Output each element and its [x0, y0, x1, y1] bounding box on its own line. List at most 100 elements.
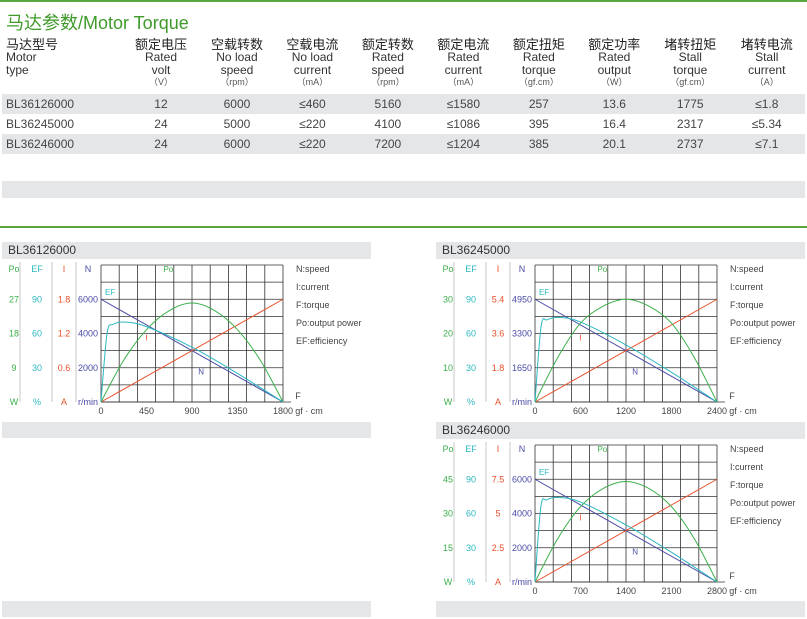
spec-header-unit: （A）: [754, 77, 779, 87]
table-cell: ≤460: [274, 94, 351, 114]
series-ef-label: EF: [539, 468, 549, 477]
x-tick-label: 450: [139, 406, 154, 416]
spec-header-unit: （gf.cm）: [670, 77, 711, 87]
x-axis-letter: F: [295, 391, 301, 401]
n-tick-label: 6000: [512, 474, 532, 484]
x-tick-label: 1200: [616, 406, 636, 416]
po-tick-label: 18: [9, 329, 19, 339]
spec-header-unit: （rpm）: [371, 77, 405, 87]
series-i-label: I: [579, 333, 581, 342]
legend-item: N:speed: [730, 264, 764, 274]
series-n-label: N: [632, 368, 638, 377]
chart-title: BL36126000: [2, 242, 371, 259]
table-cell: 385: [501, 134, 577, 154]
table-cell: 2737: [652, 134, 729, 154]
table-cell: 4100: [374, 117, 402, 131]
spec-header-7: 额定功率 Rated output （W）: [577, 38, 652, 94]
ef-tick-label: 30: [466, 543, 476, 553]
i-tick-label: 7.5: [492, 474, 505, 484]
n-tick-label: 3300: [512, 329, 532, 339]
table-cell: 2317: [676, 117, 704, 131]
chart-svg: Po EF I N 45 90 7.5 6000 30 60 5 4000 15 30 2.5 2000 W% A…: [442, 442, 796, 596]
x-axis-letter: F: [729, 391, 735, 401]
series-i-label: I: [579, 513, 581, 522]
ef-tick-label: 60: [466, 509, 476, 519]
x-tick-label: 0: [98, 406, 103, 416]
i-tick-label: 1.2: [58, 329, 71, 339]
ef-unit: %: [467, 397, 475, 407]
table-cell: 6000: [199, 94, 275, 114]
spec-header-9: 堵转电流 Stall current （A）: [729, 38, 806, 94]
ef-axis-head: EF: [465, 264, 477, 274]
legend-item: Po:output power: [730, 498, 796, 508]
x-axis-label: gf · cm: [729, 586, 757, 596]
i-tick-label: 3.6: [492, 329, 505, 339]
chart-footer-bar: [2, 422, 371, 438]
ef-tick-label: 90: [32, 294, 42, 304]
table-cell: ≤1086: [446, 117, 480, 131]
table-cell: BL36245000: [6, 117, 75, 131]
spec-header-en2: torque: [521, 63, 556, 77]
series-po-label: Po: [597, 265, 607, 274]
table-cell: ≤220: [274, 134, 351, 154]
table-cell: 395: [528, 117, 549, 131]
n-axis-head: N: [519, 444, 526, 454]
legend-item: F:torque: [296, 300, 330, 310]
ef-axis-head: EF: [465, 444, 477, 454]
spec-header-en2: speed: [371, 63, 405, 77]
po-axis-head: Po: [442, 444, 453, 454]
table-row: BL36126000 12 6000 ≤460 5160 ≤1580 257 13.6 1775…: [2, 94, 805, 114]
x-tick-label: 0: [532, 406, 537, 416]
legend-item: Po:output power: [296, 318, 362, 328]
table-cell: ≤1204: [425, 134, 502, 154]
spec-header-en2: output: [597, 63, 631, 77]
footer-bar-left: [2, 601, 371, 617]
top-rule: [0, 0, 807, 2]
po-tick-label: 27: [9, 294, 19, 304]
spec-header-unit: （gf.cm）: [518, 77, 559, 87]
i-tick-label: 1.8: [58, 294, 71, 304]
spec-header-8: 堵转扭矩 Stall torque （gf.cm）: [652, 38, 728, 94]
section-rule: [0, 226, 807, 228]
legend-item: N:speed: [730, 444, 764, 454]
spec-header-unit: （mA）: [296, 77, 329, 87]
spec-header-unit: （V）: [148, 77, 173, 87]
n-tick-label: 4000: [512, 509, 532, 519]
chart-svg: Po EF I N 27 90 1.8 6000 18 60 1.2 4000 9 30 0.6 2000 W%…: [8, 262, 362, 416]
table-cell: BL36246000: [2, 134, 123, 154]
table-cell: ≤5.34: [751, 117, 782, 131]
spec-header-3: 空载电流 No load current （mA）: [275, 38, 350, 94]
po-unit: W: [444, 397, 453, 407]
legend-item: EF:efficiency: [730, 516, 782, 526]
spec-header-en2: speed: [220, 63, 254, 77]
series-n-label: N: [632, 548, 638, 557]
table-cell: 13.6: [576, 94, 653, 114]
page-title: 马达参数/Motor Torque: [6, 13, 189, 33]
chart-bl36245000: BL36245000 Po EF I N 30 90 5.4 4950 20 60 3.6 3300 1…: [436, 242, 806, 438]
ef-tick-label: 30: [466, 363, 476, 373]
legend-item: F:torque: [730, 480, 764, 490]
spec-header-row: 马达型号 Motor type 额定电压 Rated volt （V） 空载转数 No load…: [2, 38, 805, 94]
n-unit: r/min: [78, 397, 98, 407]
chart-svg: Po EF I N 30 90 5.4 4950 20 60 3.6 3300 10 30 1.8 1650 W…: [442, 262, 796, 416]
n-axis-head: N: [85, 264, 92, 274]
table-cell: 24: [154, 117, 168, 131]
series-po-label: Po: [597, 445, 607, 454]
series-ef-label: EF: [105, 288, 115, 297]
i-tick-label: 5: [495, 509, 500, 519]
table-cell: 5160: [350, 94, 426, 114]
i-axis-head: I: [497, 264, 500, 274]
ef-tick-label: 30: [32, 363, 42, 373]
ef-axis-head: EF: [31, 264, 43, 274]
x-tick-label: 1350: [227, 406, 247, 416]
x-tick-label: 600: [573, 406, 588, 416]
table-cell: ≤7.1: [728, 134, 805, 154]
spec-header-1: 额定电压 Rated volt （V）: [123, 38, 199, 94]
table-cell: ≤1.8: [728, 94, 805, 114]
x-tick-label: 1800: [661, 406, 681, 416]
spec-header-2: 空载转数 No load speed （rpm）: [199, 38, 274, 94]
spec-header-en2: current: [293, 63, 332, 77]
chart-bl36126000: BL36126000 Po EF I N 27 90 1.8 6000 18 60 1.2 4000 9…: [2, 242, 372, 438]
po-tick-label: 30: [443, 509, 453, 519]
x-tick-label: 1400: [616, 586, 636, 596]
